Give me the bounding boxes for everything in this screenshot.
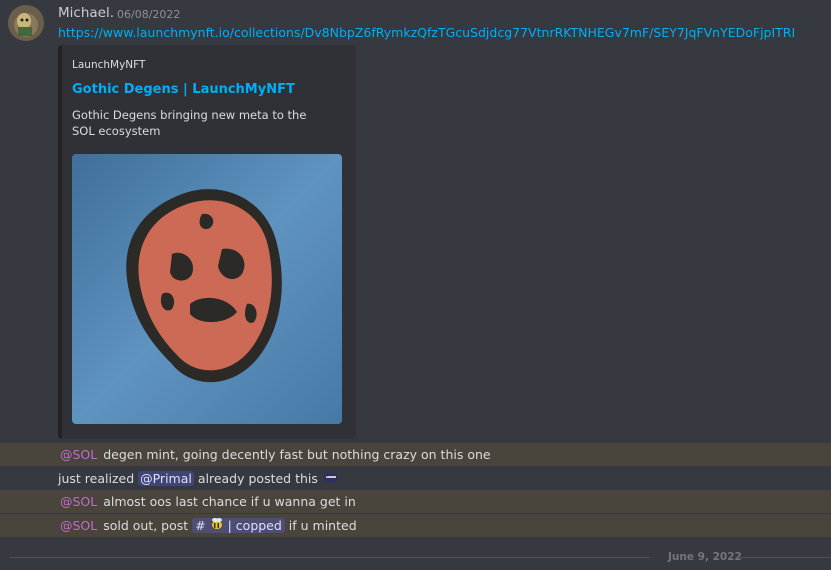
message-text: already posted this	[193, 471, 318, 486]
message-text: degen mint, going decently fast but noth…	[99, 447, 491, 462]
date-divider-line-left	[10, 557, 650, 558]
embed-image[interactable]	[72, 154, 342, 424]
user-mention[interactable]: @Primal	[138, 471, 194, 486]
message-text-pre: just realized	[58, 471, 139, 486]
channel-mention[interactable]: # | copped	[192, 518, 285, 533]
followup-message-1: @SOL degen mint, going decently fast but…	[0, 443, 831, 466]
followup-message-4: @SOL sold out, post # | copped if u mint…	[0, 514, 831, 537]
user-avatar[interactable]	[8, 5, 44, 41]
message-text-after: if u minted	[284, 518, 357, 533]
followup-message-2: just realized @Primal already posted thi…	[0, 467, 831, 490]
date-divider: June 9, 2022	[668, 551, 742, 563]
link-embed: LaunchMyNFT Gothic Degens | LaunchMyNFT …	[58, 45, 356, 439]
role-mention[interactable]: @SOL	[58, 494, 99, 509]
collection-link[interactable]: https://www.launchmynft.io/collections/D…	[58, 25, 795, 40]
channel-name: | copped	[227, 518, 282, 533]
hash-icon: #	[195, 518, 206, 533]
embed-title[interactable]: Gothic Degens | LaunchMyNFT	[72, 82, 295, 97]
author-name[interactable]: Michael.	[58, 5, 114, 21]
embed-provider[interactable]: LaunchMyNFT	[72, 59, 145, 71]
role-mention[interactable]: @SOL	[58, 447, 99, 462]
ninja-emoji-icon	[322, 468, 340, 491]
message-text-before: sold out, post	[99, 518, 193, 533]
role-mention[interactable]: @SOL	[58, 518, 99, 533]
embed-description: Gothic Degens bringing new meta to the S…	[72, 108, 307, 138]
bee-emoji-icon	[210, 515, 224, 538]
message-timestamp: 06/08/2022	[117, 8, 181, 21]
followup-message-3: @SOL almost oos last chance if u wanna g…	[0, 490, 831, 513]
date-divider-line-right	[740, 557, 831, 558]
message-text: almost oos last chance if u wanna get in	[99, 494, 356, 509]
